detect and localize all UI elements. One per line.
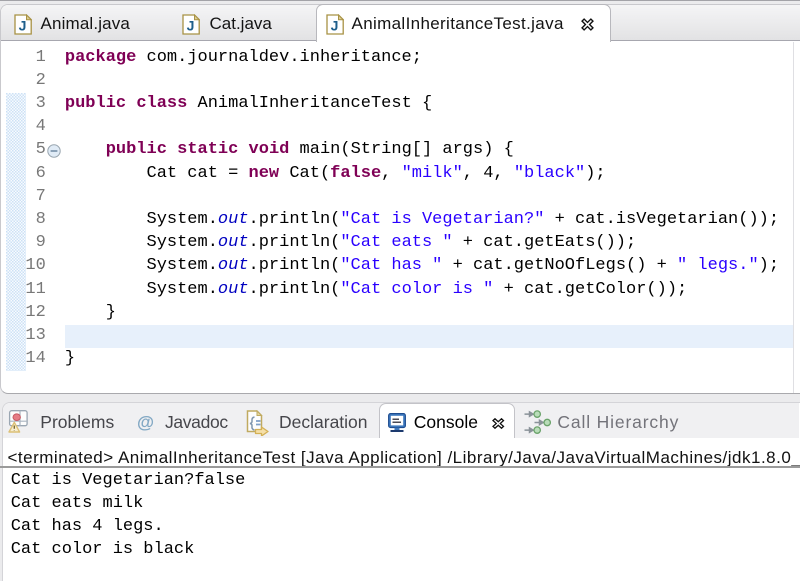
svg-text:J: J: [331, 18, 339, 34]
svg-text:J: J: [187, 18, 195, 34]
svg-text:J: J: [19, 18, 27, 34]
